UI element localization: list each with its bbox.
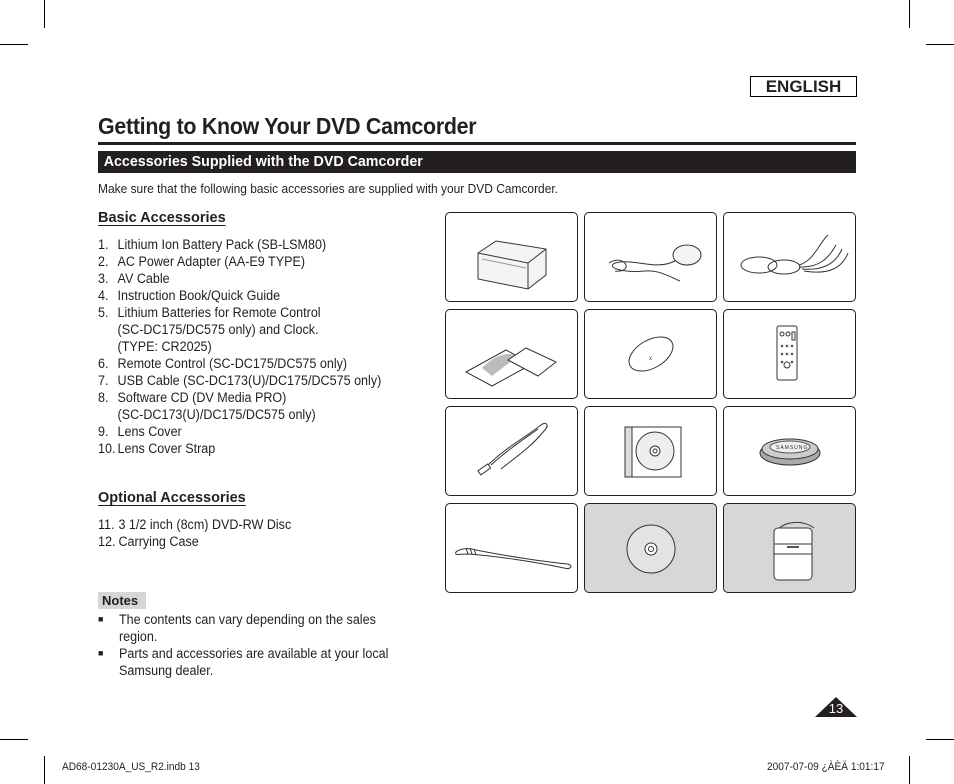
battery-pack-icon <box>477 240 547 290</box>
crop-mark <box>0 44 28 45</box>
accessory-image <box>445 503 578 593</box>
footer-timestamp: 2007-07-09 ¿ÀÈÄ 1:01:17 <box>767 761 885 773</box>
crop-mark <box>44 0 45 28</box>
language-badge: ENGLISH <box>750 76 857 97</box>
list-item: 2. AC Power Adapter (AA-E9 TYPE) <box>98 253 381 270</box>
item-text: Remote Control (SC-DC175/DC575 only) <box>117 356 348 371</box>
list-item: (SC-DC173(U)/DC175/DC575 only) <box>98 406 381 423</box>
accessory-image <box>584 406 717 496</box>
item-number <box>98 338 118 355</box>
item-text: Instruction Book/Quick Guide <box>117 288 281 303</box>
item-text: 3 1/2 inch (8cm) DVD-RW Disc <box>118 517 292 532</box>
section-title: Accessories Supplied with the DVD Camcor… <box>103 153 423 170</box>
list-item: 9. Lens Cover <box>98 423 381 440</box>
item-number: 11. <box>98 517 115 532</box>
item-text: Lens Cover Strap <box>117 441 216 456</box>
accessory-image <box>723 503 856 593</box>
optional-accessories-list: 11. 3 1/2 inch (8cm) DVD-RW Disc 12. Carryi… <box>98 516 291 550</box>
notes-label: Notes <box>98 592 146 609</box>
item-number: 1. <box>98 237 109 252</box>
ac-adapter-icon <box>608 244 702 282</box>
crop-mark <box>0 739 28 740</box>
list-item: (SC-DC175/DC575 only) and Clock. <box>98 321 381 338</box>
item-number: 10. <box>98 441 116 456</box>
carrying-case-icon <box>773 522 815 581</box>
svg-text:SAMSUNG: SAMSUNG <box>776 445 808 451</box>
list-item: 3. AV Cable <box>98 270 381 287</box>
section-header: Accessories Supplied with the DVD Camcor… <box>98 151 856 173</box>
dvd-rw-disc-icon <box>626 524 676 574</box>
accessory-image <box>584 503 717 593</box>
item-text: (SC-DC173(U)/DC175/DC575 only) <box>117 407 316 422</box>
title-rule <box>98 142 856 145</box>
usb-cable-icon <box>477 422 548 476</box>
list-item: 4. Instruction Book/Quick Guide <box>98 287 381 304</box>
item-text: Lens Cover <box>117 424 182 439</box>
accessory-image <box>445 406 578 496</box>
lithium-battery-icon: x <box>628 336 674 372</box>
optional-accessories-heading: Optional Accessories <box>98 490 246 506</box>
list-item: 5. Lithium Batteries for Remote Control <box>98 304 381 321</box>
list-item: 10. Lens Cover Strap <box>98 440 381 457</box>
item-number: 5. <box>98 305 109 320</box>
lens-cover-strap-icon <box>455 547 572 569</box>
item-text: Lithium Batteries for Remote Control <box>117 305 321 320</box>
item-number: 2. <box>98 254 109 269</box>
item-number: 6. <box>98 356 109 371</box>
page-number: 13 <box>815 697 857 717</box>
crop-mark <box>909 0 910 28</box>
software-cd-icon <box>624 426 682 478</box>
lens-cover-icon: SAMSUNG <box>759 438 821 466</box>
bullet-icon: ■ <box>98 648 104 658</box>
accessory-image <box>723 309 856 399</box>
item-number: 3. <box>98 271 109 286</box>
list-item: (TYPE: CR2025) <box>98 338 381 355</box>
footer-file: AD68-01230A_US_R2.indb 13 <box>62 761 200 773</box>
crop-mark <box>909 756 910 784</box>
note-item: ■ Parts and accessories are available at … <box>98 646 389 678</box>
item-number: 8. <box>98 390 109 405</box>
item-text: AV Cable <box>117 271 170 286</box>
item-text: Software CD (DV Media PRO) <box>117 390 287 405</box>
bullet-icon: ■ <box>98 614 104 624</box>
accessory-image: SAMSUNG <box>723 406 856 496</box>
remote-control-icon <box>776 325 798 381</box>
item-text: Carrying Case <box>118 534 199 549</box>
svg-text:x: x <box>649 356 652 362</box>
av-cable-icon <box>740 234 849 275</box>
basic-accessories-list: 1. Lithium Ion Battery Pack (SB-LSM80) 2. A… <box>98 236 381 457</box>
list-item: 11. 3 1/2 inch (8cm) DVD-RW Disc <box>98 516 291 533</box>
item-number: 9. <box>98 424 109 439</box>
accessory-image <box>584 212 717 302</box>
item-text: USB Cable (SC-DC173(U)/DC175/DC575 only) <box>117 373 382 388</box>
item-number <box>98 321 118 338</box>
item-text: (SC-DC175/DC575 only) and Clock. <box>117 322 319 337</box>
item-text: (TYPE: CR2025) <box>117 339 212 354</box>
crop-mark <box>926 739 954 740</box>
list-item: 8. Software CD (DV Media PRO) <box>98 389 381 406</box>
accessory-image <box>723 212 856 302</box>
accessory-image <box>445 309 578 399</box>
item-text: AC Power Adapter (AA-E9 TYPE) <box>117 254 306 269</box>
item-number: 7. <box>98 373 109 388</box>
crop-mark <box>926 44 954 45</box>
item-number <box>98 406 118 423</box>
item-number: 4. <box>98 288 109 303</box>
list-item: 6. Remote Control (SC-DC175/DC575 only) <box>98 355 381 372</box>
note-item: ■ The contents can vary depending on the … <box>98 612 376 644</box>
notes-list: ■ The contents can vary depending on the … <box>98 611 428 679</box>
list-item: 7. USB Cable (SC-DC173(U)/DC175/DC575 onl… <box>98 372 381 389</box>
list-item: 12. Carrying Case <box>98 533 291 550</box>
item-text: Lithium Ion Battery Pack (SB-LSM80) <box>117 237 327 252</box>
page-title: Getting to Know Your DVD Camcorder <box>98 113 477 139</box>
basic-accessories-heading: Basic Accessories <box>98 210 226 226</box>
intro-text: Make sure that the following basic acces… <box>98 181 559 196</box>
accessory-image: x <box>584 309 717 399</box>
crop-mark <box>44 756 45 784</box>
instruction-book-icon <box>464 347 557 387</box>
list-item: 1. Lithium Ion Battery Pack (SB-LSM80) <box>98 236 381 253</box>
item-number: 12. <box>98 534 116 549</box>
accessory-image <box>445 212 578 302</box>
